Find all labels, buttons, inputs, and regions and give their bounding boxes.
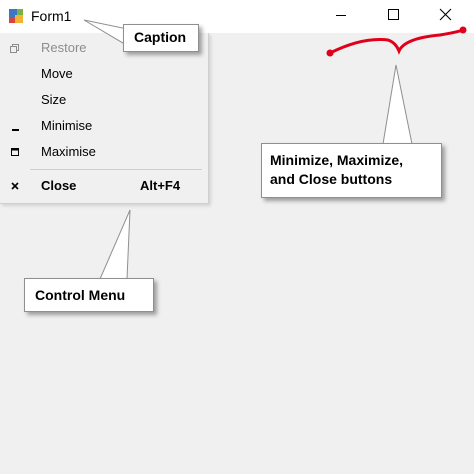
close-icon — [8, 179, 22, 193]
menu-item-minimise[interactable]: Minimise — [0, 114, 208, 138]
menu-item-close[interactable]: Close Alt+F4 — [0, 174, 208, 198]
menu-item-label: Close — [41, 178, 77, 193]
buttons-callout: Minimize, Maximize, and Close buttons — [261, 143, 442, 198]
menu-item-label: Restore — [41, 40, 87, 55]
maximize-icon — [8, 145, 22, 159]
window-title: Form1 — [31, 8, 72, 24]
caption-callout: Caption — [123, 24, 199, 52]
menu-item-label: Move — [41, 66, 73, 81]
minimize-icon — [8, 119, 22, 133]
buttons-callout-line1: Minimize, Maximize, — [270, 152, 404, 168]
menu-item-maximise[interactable]: Maximise — [0, 140, 208, 164]
menu-item-move[interactable]: Move — [0, 62, 208, 86]
menu-item-label: Minimise — [41, 118, 93, 133]
control-menu-callout: Control Menu — [24, 278, 154, 312]
control-menu: Restore Move Size Minimise Maximise Clos… — [0, 33, 209, 204]
menu-item-label: Size — [41, 92, 67, 107]
title-bar[interactable]: Form1 — [0, 0, 474, 33]
control-menu-callout-text: Control Menu — [35, 287, 126, 303]
minimize-icon — [336, 15, 346, 16]
minimize-button[interactable] — [318, 0, 364, 33]
close-button[interactable] — [422, 0, 468, 33]
maximize-icon — [388, 9, 399, 20]
app-icon[interactable] — [8, 8, 24, 24]
menu-item-label: Maximise — [41, 144, 96, 159]
restore-icon — [8, 41, 22, 55]
maximize-button[interactable] — [370, 0, 416, 33]
close-icon — [439, 8, 452, 21]
caption-callout-text: Caption — [134, 29, 187, 45]
menu-item-size[interactable]: Size — [0, 88, 208, 112]
buttons-callout-line2: and Close buttons — [270, 171, 393, 187]
menu-separator — [30, 169, 202, 170]
menu-item-shortcut: Alt+F4 — [140, 178, 181, 193]
